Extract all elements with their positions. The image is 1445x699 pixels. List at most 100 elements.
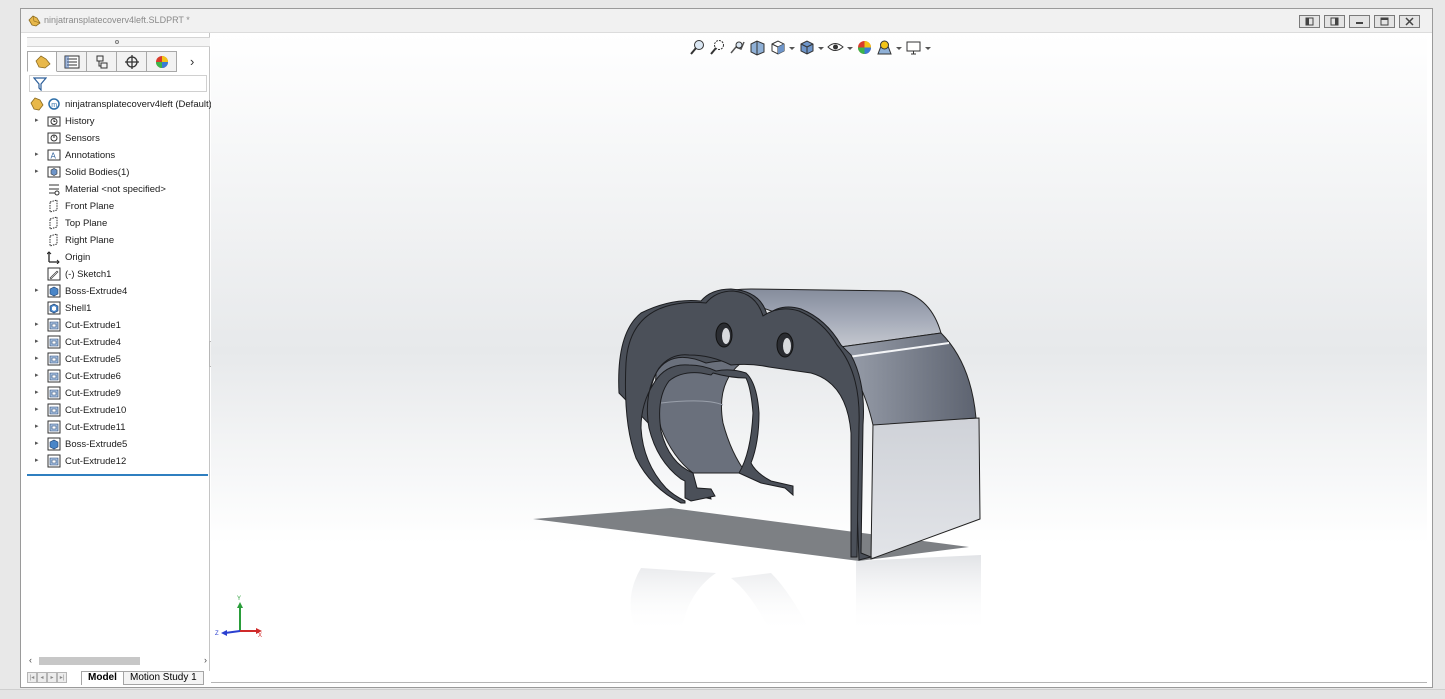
tree-item[interactable]: ▸ Cut-Extrude1: [27, 317, 210, 334]
expand-arrow-icon[interactable]: ▸: [35, 388, 39, 396]
tree-filter[interactable]: [29, 75, 207, 92]
appearance-pie-icon: [156, 56, 168, 68]
tree-item[interactable]: ▸ Cut-Extrude11: [27, 419, 210, 436]
rollback-bar[interactable]: [27, 474, 208, 476]
side-face: [870, 417, 981, 560]
horizontal-scrollbar[interactable]: ‹ ›: [29, 655, 210, 667]
close-button[interactable]: [1399, 15, 1420, 28]
tree-item[interactable]: Sensors: [27, 130, 210, 147]
prev-tab-icon[interactable]: ◂: [37, 672, 47, 683]
annotations-icon: A: [47, 149, 61, 161]
tree-item[interactable]: ▸ A Annotations: [27, 147, 210, 164]
expand-arrow-icon[interactable]: ▸: [35, 456, 39, 464]
title-bar[interactable]: ninjatransplatecoverv4left.SLDPRT *: [21, 9, 1432, 33]
crosshair-icon: [125, 55, 139, 69]
tree-item-label: (-) Sketch1: [65, 269, 112, 280]
svg-text:m: m: [51, 102, 57, 109]
expand-arrow-icon[interactable]: ▸: [35, 439, 39, 447]
expand-arrow-icon[interactable]: ▸: [35, 422, 39, 430]
tree-root[interactable]: m ninjatransplatecoverv4left (Default): [27, 96, 212, 113]
tree-item[interactable]: Shell1: [27, 300, 210, 317]
triad-x-label: X: [258, 633, 262, 639]
expand-arrow-icon[interactable]: ▸: [35, 337, 39, 345]
tree-item-label: Cut-Extrude1: [65, 320, 121, 331]
origin-icon: [47, 251, 60, 264]
scroll-thumb[interactable]: [39, 657, 140, 665]
cut-extrude-icon: [47, 403, 61, 417]
tree-item[interactable]: ▸ Boss-Extrude4: [27, 283, 210, 300]
tree-item[interactable]: Top Plane: [27, 215, 210, 232]
first-tab-icon[interactable]: |◂: [27, 672, 37, 683]
tree-item-label: Shell1: [65, 303, 92, 314]
scroll-right-icon[interactable]: ›: [204, 655, 207, 665]
featuremanager-tab[interactable]: [27, 51, 57, 72]
tree-item-label: Cut-Extrude4: [65, 337, 121, 348]
expand-arrow-icon[interactable]: ▸: [35, 116, 39, 124]
expand-arrow-icon[interactable]: ▸: [35, 405, 39, 413]
tile-left-button[interactable]: [1299, 15, 1320, 28]
tile-right-button[interactable]: [1324, 15, 1345, 28]
expand-arrow-icon[interactable]: ▸: [35, 286, 39, 294]
maximize-button[interactable]: [1374, 15, 1395, 28]
tab-scroll-arrows: |◂ ◂ ▸ ▸|: [27, 672, 67, 683]
history-folder-icon: [47, 116, 61, 127]
manager-tabs: ›: [27, 51, 210, 73]
tree-item[interactable]: ▸ History: [27, 113, 210, 130]
tree-item[interactable]: ▸ Boss-Extrude5: [27, 436, 210, 453]
propertymanager-tab[interactable]: [57, 51, 87, 72]
tree-item-label: Cut-Extrude6: [65, 371, 121, 382]
tab-model[interactable]: Model: [81, 671, 124, 685]
tree-item[interactable]: ▸ Cut-Extrude5: [27, 351, 210, 368]
bottom-tab-bar: |◂ ◂ ▸ ▸| Model Motion Study 1: [27, 671, 1427, 685]
window-title: ninjatransplatecoverv4left.SLDPRT *: [44, 15, 190, 25]
plane-icon: [49, 216, 58, 230]
tree-item-label: Solid Bodies(1): [65, 167, 130, 178]
root-part-label: ninjatransplatecoverv4left (Default): [65, 99, 212, 110]
tree-item[interactable]: ▸ Cut-Extrude4: [27, 334, 210, 351]
graphics-area[interactable]: Y X Z: [211, 33, 1427, 671]
tree-item[interactable]: ▸ Cut-Extrude10: [27, 402, 210, 419]
expand-arrow-icon[interactable]: ▸: [35, 167, 39, 175]
next-tab-icon[interactable]: ▸: [47, 672, 57, 683]
part-icon: [35, 55, 51, 69]
scroll-left-icon[interactable]: ‹: [29, 655, 32, 665]
filter-icon: [33, 77, 47, 91]
boss-extrude-icon: [47, 284, 61, 298]
tree-item-label: Right Plane: [65, 235, 115, 246]
expand-arrow-icon[interactable]: ▸: [35, 354, 39, 362]
expand-arrow-icon[interactable]: ▸: [35, 150, 39, 158]
feature-manager-panel: › m ninjatransplatecoverv4left (Default)…: [27, 33, 212, 671]
sketch-icon: [47, 267, 61, 281]
minimize-button[interactable]: [1349, 15, 1370, 28]
tree-item[interactable]: Front Plane: [27, 198, 210, 215]
tree-item-label: Material <not specified>: [65, 184, 166, 195]
status-bar: [0, 689, 1445, 699]
display-manager-tab[interactable]: [147, 51, 177, 72]
solid-bodies-icon: [47, 166, 61, 178]
tree-item[interactable]: (-) Sketch1: [27, 266, 210, 283]
tree-item-label: Boss-Extrude5: [65, 439, 128, 450]
tree-item[interactable]: ▸ Cut-Extrude12: [27, 453, 210, 470]
configuration-icon: [96, 55, 108, 69]
expand-arrow-icon[interactable]: ▸: [35, 320, 39, 328]
floor-reflection: [630, 555, 981, 633]
tree-item[interactable]: Origin: [27, 249, 210, 266]
panel-splitter[interactable]: [27, 37, 210, 47]
tree-item[interactable]: ▸ Solid Bodies(1): [27, 164, 210, 181]
tree-item-label: Cut-Extrude9: [65, 388, 121, 399]
dimxpert-tab[interactable]: [117, 51, 147, 72]
tab-motion-study[interactable]: Motion Study 1: [123, 671, 204, 685]
cut-extrude-icon: [47, 352, 61, 366]
tree-item-label: Front Plane: [65, 201, 115, 212]
configurationmanager-tab[interactable]: [87, 51, 117, 72]
property-list-icon: [64, 55, 80, 69]
last-tab-icon[interactable]: ▸|: [57, 672, 67, 683]
part-model[interactable]: [211, 33, 1427, 671]
tree-item[interactable]: Material <not specified>: [27, 181, 210, 198]
tree-item[interactable]: Right Plane: [27, 232, 210, 249]
part-icon: [30, 97, 44, 111]
more-tabs-button[interactable]: ›: [177, 51, 207, 72]
expand-arrow-icon[interactable]: ▸: [35, 371, 39, 379]
tree-item[interactable]: ▸ Cut-Extrude6: [27, 368, 210, 385]
tree-item[interactable]: ▸ Cut-Extrude9: [27, 385, 210, 402]
